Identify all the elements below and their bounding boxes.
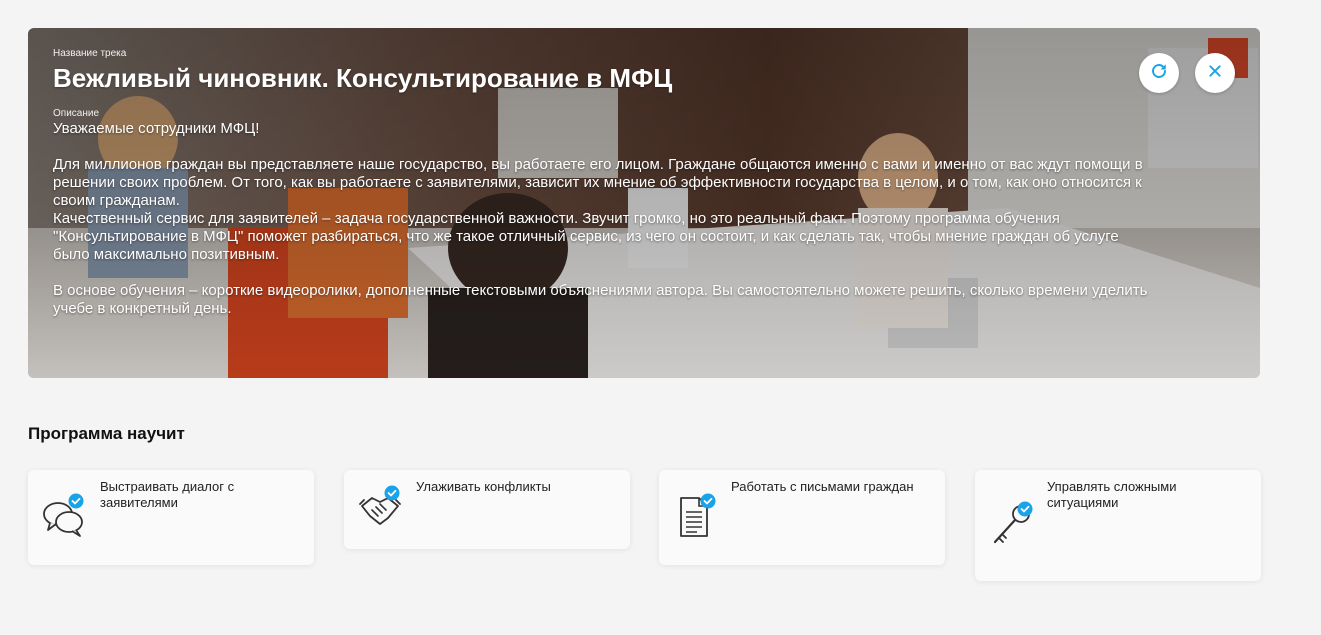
program-card-conflicts[interactable]: Улаживать конфликты xyxy=(344,470,630,549)
track-title: Вежливый чиновник. Консультирование в МФ… xyxy=(53,63,673,93)
program-card-letters[interactable]: Работать с письмами граждан xyxy=(659,470,945,565)
program-section-title: Программа научит xyxy=(28,424,185,443)
close-button[interactable] xyxy=(1195,53,1235,93)
document-icon xyxy=(673,492,719,542)
program-card-label: Выстраивать диалог с заявителями xyxy=(100,479,235,510)
refresh-button[interactable] xyxy=(1139,53,1179,93)
close-icon xyxy=(1207,63,1223,84)
key-icon xyxy=(989,500,1035,550)
handshake-icon xyxy=(358,484,404,534)
dialog-icon xyxy=(42,492,88,542)
program-card-dialog[interactable]: Выстраивать диалог с заявителями xyxy=(28,470,314,565)
program-card-label: Управлять сложными ситуациями xyxy=(1047,479,1177,510)
track-info: Название трека Вежливый чиновник. Консул… xyxy=(53,48,1148,318)
program-card-label: Работать с письмами граждан xyxy=(731,479,914,494)
track-hero-banner: Название трека Вежливый чиновник. Консул… xyxy=(28,28,1260,378)
refresh-icon xyxy=(1150,62,1168,85)
program-card-label: Улаживать конфликты xyxy=(416,479,551,494)
track-name-label: Название трека xyxy=(53,48,127,59)
program-card-situations[interactable]: Управлять сложными ситуациями xyxy=(975,470,1261,581)
track-description: Уважаемые сотрудники МФЦ! Для миллионов … xyxy=(53,120,1148,317)
description-label: Описание xyxy=(53,108,100,119)
